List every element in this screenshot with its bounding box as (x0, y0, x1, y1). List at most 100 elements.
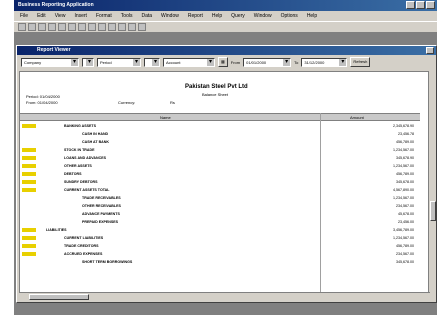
paste-icon[interactable] (88, 23, 96, 31)
row-name: SUNDRY DEBTORS (64, 180, 98, 184)
menu-item[interactable]: Report (188, 11, 203, 21)
report-row[interactable]: TRADE CREDITORS 456,789.00 (20, 242, 420, 250)
row-marker (22, 180, 36, 184)
app-title: Business Reporting Application (18, 2, 94, 8)
menu-item[interactable]: Help (307, 11, 317, 21)
vertical-scrollbar[interactable] (428, 71, 436, 293)
row-name: ACCRUED EXPENSES (64, 252, 103, 256)
row-amount: 345,678.00 (396, 260, 414, 264)
report-row[interactable]: SUNDRY DEBTORS 345,678.00 (20, 178, 420, 186)
row-marker (22, 164, 36, 168)
open-icon[interactable] (28, 23, 36, 31)
col-name[interactable]: Name (160, 114, 171, 121)
row-name: ADVANCE PAYMENTS (82, 212, 120, 216)
report-row[interactable]: ACCRUED EXPENSES 234,567.00 (20, 250, 420, 258)
row-amount: 1,234,567.00 (393, 148, 414, 152)
period-select[interactable]: Period (97, 57, 141, 67)
row-name: LOANS AND ADVANCES (64, 156, 106, 160)
currency-label: Currency: (118, 100, 136, 105)
row-name: OTHER ASSETS (64, 164, 92, 168)
row-marker (22, 148, 36, 152)
scroll-thumb[interactable] (430, 201, 436, 221)
maximize-icon[interactable] (416, 1, 425, 9)
minimize-icon[interactable] (406, 1, 415, 9)
menu-item[interactable]: Options (281, 11, 298, 21)
report-row[interactable]: DEBTORS 456,789.00 (20, 170, 420, 178)
company-lookup[interactable] (82, 57, 94, 67)
row-amount: 1,234,567.00 (393, 196, 414, 200)
menu-item[interactable]: Window (254, 11, 272, 21)
horizontal-scrollbar[interactable] (19, 292, 430, 300)
report-row[interactable]: STOCK IN TRADE 1,234,567.00 (20, 146, 420, 154)
report-row[interactable]: CURRENT LIABILITIES 1,234,567.00 (20, 234, 420, 242)
report-row[interactable]: TRADE RECEIVABLES 1,234,567.00 (20, 194, 420, 202)
zoom-icon[interactable] (128, 23, 136, 31)
row-name: STOCK IN TRADE (64, 148, 95, 152)
menu-item[interactable]: Insert (74, 11, 87, 21)
print-icon[interactable] (48, 23, 56, 31)
menu-item[interactable]: Data (141, 11, 152, 21)
filter-bar: Company Period Account ▦ From 01/01/2000… (17, 55, 436, 69)
close-icon[interactable] (426, 47, 434, 54)
menu-item[interactable]: Help (212, 11, 222, 21)
row-name: CURRENT LIABILITIES (64, 236, 104, 240)
report-row[interactable]: OTHER RECEIVABLES 234,567.00 (20, 202, 420, 210)
report-row[interactable]: ADVANCE PAYMENTS 45,678.00 (20, 210, 420, 218)
report-row[interactable]: LOANS AND ADVANCES 345,678.90 (20, 154, 420, 162)
to-label: To (294, 59, 299, 65)
currency-value: Rs (170, 100, 175, 105)
row-amount: 456,789.00 (396, 172, 414, 176)
report-row[interactable]: OTHER ASSETS 1,234,567.00 (20, 162, 420, 170)
row-name: CASH IN HAND (82, 132, 109, 136)
help-icon[interactable] (138, 23, 146, 31)
close-icon[interactable] (426, 1, 435, 9)
calendar-button[interactable]: ▦ (218, 57, 228, 67)
preview-icon[interactable] (58, 23, 66, 31)
menu-item[interactable]: Format (96, 11, 112, 21)
row-amount: 1,234,567.00 (393, 164, 414, 168)
row-marker (22, 156, 36, 160)
period-lookup[interactable] (144, 57, 160, 67)
app-titlebar: Business Reporting Application (14, 0, 437, 11)
row-amount: 234,567.00 (396, 252, 414, 256)
from-date-field[interactable]: 01/01/2000 (243, 57, 292, 67)
row-marker (22, 172, 36, 176)
row-amount: 456,789.00 (396, 244, 414, 248)
report-row[interactable]: LIABILITIES 3,456,789.00 (20, 226, 420, 234)
undo-icon[interactable] (98, 23, 106, 31)
copy-icon[interactable] (78, 23, 86, 31)
menu-item[interactable]: Window (161, 11, 179, 21)
col-amount[interactable]: Amount (350, 114, 364, 121)
to-date-field[interactable]: 31/12/2000 (301, 57, 348, 67)
menu-item[interactable]: Tools (121, 11, 133, 21)
menu-item[interactable]: View (55, 11, 66, 21)
redo-icon[interactable] (108, 23, 116, 31)
from-label: From (230, 59, 241, 65)
report-subtitle: Balance Sheet (202, 92, 229, 97)
report-row[interactable]: CASH IN HAND 23,456.78 (20, 130, 420, 138)
refresh-button[interactable]: Refresh (350, 57, 371, 67)
save-icon[interactable] (38, 23, 46, 31)
report-row[interactable]: BANKING ASSETS 2,345,678.90 (20, 122, 420, 130)
new-icon[interactable] (18, 23, 26, 31)
row-name: CASH AT BANK (82, 140, 109, 144)
menu-item[interactable]: File (20, 11, 28, 21)
period-text: Period: 01/04/2000 (26, 94, 60, 99)
scroll-thumb[interactable] (29, 294, 89, 300)
report-row[interactable]: CASH AT BANK 456,789.00 (20, 138, 420, 146)
report-window-title: Report Viewer (37, 47, 71, 53)
view-select[interactable]: Account (163, 57, 215, 67)
menu-item[interactable]: Query (231, 11, 245, 21)
company-select[interactable]: Company (21, 57, 79, 67)
report-row[interactable]: CURRENT ASSETS TOTAL 4,567,890.00 (20, 186, 420, 194)
report-row[interactable]: SHORT TERM BORROWINGS 345,678.00 (20, 258, 420, 266)
row-marker (22, 252, 36, 256)
report-window: Report Viewer Company Period Account ▦ F… (16, 45, 437, 303)
cut-icon[interactable] (68, 23, 76, 31)
report-row[interactable]: PREPAID EXPENSES 23,456.00 (20, 218, 420, 226)
row-amount: 345,678.90 (396, 156, 414, 160)
find-icon[interactable] (118, 23, 126, 31)
menu-item[interactable]: Edit (37, 11, 46, 21)
row-marker (22, 124, 36, 128)
row-marker (22, 244, 36, 248)
